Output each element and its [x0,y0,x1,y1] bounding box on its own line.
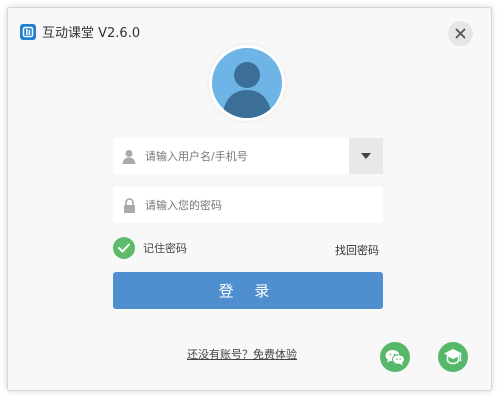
password-field [113,187,383,223]
title-bar: 互动课堂 V2.6.0 [20,22,140,41]
wechat-icon [385,349,405,365]
username-input[interactable] [145,138,349,174]
remember-password-label: 记住密码 [143,242,187,255]
lock-icon [113,187,145,223]
password-input[interactable] [145,187,383,223]
caret-down-icon [361,153,371,159]
user-icon [113,138,145,174]
username-field [113,138,383,174]
check-icon [113,237,135,259]
user-avatar-icon [212,48,282,118]
close-icon [455,28,466,39]
free-trial-link[interactable]: 还没有账号？免费体验 [187,346,297,362]
forgot-password-link[interactable]: 找回密码 [335,242,379,258]
wechat-login-button[interactable] [380,342,410,372]
username-dropdown-button[interactable] [349,138,383,174]
remember-password-checkbox[interactable]: 记住密码 [113,237,187,259]
close-button[interactable] [448,21,473,46]
login-button[interactable]: 登 录 [113,272,383,309]
guest-login-button[interactable] [438,342,468,372]
mortarboard-icon [444,349,462,365]
login-window: 互动课堂 V2.6.0 请输入用户名/手机号 记住密码 找回密码 登 录 还没有… [7,7,492,391]
app-logo-icon [20,23,36,40]
app-title: 互动课堂 V2.6.0 [42,26,141,41]
avatar [209,45,285,121]
